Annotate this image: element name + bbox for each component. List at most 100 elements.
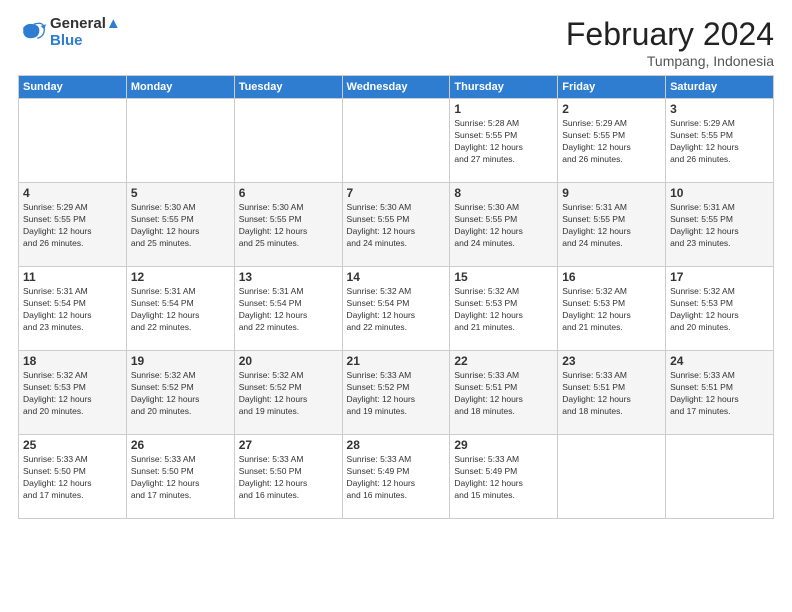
week-row-4: 18 Sunrise: 5:32 AM Sunset: 5:53 PM Dayli… — [19, 351, 774, 435]
day-info: Sunrise: 5:33 AM Sunset: 5:50 PM Dayligh… — [239, 454, 338, 502]
calendar-cell: 2 Sunrise: 5:29 AM Sunset: 5:55 PM Daylig… — [558, 99, 666, 183]
day-info: Sunrise: 5:30 AM Sunset: 5:55 PM Dayligh… — [131, 202, 230, 250]
title-block: February 2024 Tumpang, Indonesia — [566, 16, 774, 69]
logo: General▲ Blue — [18, 16, 121, 49]
day-info: Sunrise: 5:30 AM Sunset: 5:55 PM Dayligh… — [239, 202, 338, 250]
week-row-2: 4Sunrise: 5:29 AM Sunset: 5:55 PM Daylig… — [19, 183, 774, 267]
calendar-cell: 19Sunrise: 5:32 AM Sunset: 5:52 PM Dayli… — [126, 351, 234, 435]
day-number: 10 — [670, 186, 769, 200]
day-info: Sunrise: 5:31 AM Sunset: 5:55 PM Dayligh… — [670, 202, 769, 250]
day-info: Sunrise: 5:29 AM Sunset: 5:55 PM Dayligh… — [562, 118, 661, 166]
calendar-cell: 23 Sunrise: 5:33 AM Sunset: 5:51 PM Dayli… — [558, 351, 666, 435]
calendar-cell: 29Sunrise: 5:33 AM Sunset: 5:49 PM Dayli… — [450, 435, 558, 519]
col-saturday: Saturday — [666, 76, 774, 99]
day-info: Sunrise: 5:30 AM Sunset: 5:55 PM Dayligh… — [454, 202, 553, 250]
day-number: 2 — [562, 102, 661, 116]
calendar-cell — [666, 435, 774, 519]
day-number: 20 — [239, 354, 338, 368]
day-info: Sunrise: 5:31 AM Sunset: 5:54 PM Dayligh… — [239, 286, 338, 334]
day-info: Sunrise: 5:33 AM Sunset: 5:50 PM Dayligh… — [23, 454, 122, 502]
day-info: Sunrise: 5:33 AM Sunset: 5:50 PM Dayligh… — [131, 454, 230, 502]
day-info: Sunrise: 5:28 AM Sunset: 5:55 PM Dayligh… — [454, 118, 553, 166]
day-number: 18 — [23, 354, 122, 368]
day-info: Sunrise: 5:32 AM Sunset: 5:53 PM Dayligh… — [562, 286, 661, 334]
day-number: 28 — [347, 438, 446, 452]
day-number: 21 — [347, 354, 446, 368]
col-wednesday: Wednesday — [342, 76, 450, 99]
calendar-cell: 22Sunrise: 5:33 AM Sunset: 5:51 PM Dayli… — [450, 351, 558, 435]
page: General▲ Blue February 2024 Tumpang, Ind… — [0, 0, 792, 529]
calendar-cell: 13 Sunrise: 5:31 AM Sunset: 5:54 PM Dayli… — [234, 267, 342, 351]
calendar-cell: 10 Sunrise: 5:31 AM Sunset: 5:55 PM Dayli… — [666, 183, 774, 267]
day-number: 6 — [239, 186, 338, 200]
day-info: Sunrise: 5:32 AM Sunset: 5:54 PM Dayligh… — [347, 286, 446, 334]
day-number: 12 — [131, 270, 230, 284]
day-number: 5 — [131, 186, 230, 200]
title-location: Tumpang, Indonesia — [566, 53, 774, 69]
week-row-3: 11Sunrise: 5:31 AM Sunset: 5:54 PM Dayli… — [19, 267, 774, 351]
day-info: Sunrise: 5:30 AM Sunset: 5:55 PM Dayligh… — [347, 202, 446, 250]
calendar-cell: 21 Sunrise: 5:33 AM Sunset: 5:52 PM Dayli… — [342, 351, 450, 435]
day-info: Sunrise: 5:33 AM Sunset: 5:51 PM Dayligh… — [670, 370, 769, 418]
day-info: Sunrise: 5:29 AM Sunset: 5:55 PM Dayligh… — [670, 118, 769, 166]
day-number: 14 — [347, 270, 446, 284]
col-tuesday: Tuesday — [234, 76, 342, 99]
day-info: Sunrise: 5:31 AM Sunset: 5:55 PM Dayligh… — [562, 202, 661, 250]
day-number: 8 — [454, 186, 553, 200]
calendar-cell: 12 Sunrise: 5:31 AM Sunset: 5:54 PM Dayli… — [126, 267, 234, 351]
calendar-cell: 27 Sunrise: 5:33 AM Sunset: 5:50 PM Dayli… — [234, 435, 342, 519]
day-number: 9 — [562, 186, 661, 200]
calendar-cell: 24 Sunrise: 5:33 AM Sunset: 5:51 PM Dayli… — [666, 351, 774, 435]
day-number: 24 — [670, 354, 769, 368]
calendar-cell: 9 Sunrise: 5:31 AM Sunset: 5:55 PM Daylig… — [558, 183, 666, 267]
day-info: Sunrise: 5:33 AM Sunset: 5:49 PM Dayligh… — [347, 454, 446, 502]
calendar-cell — [126, 99, 234, 183]
header: General▲ Blue February 2024 Tumpang, Ind… — [18, 16, 774, 69]
day-number: 17 — [670, 270, 769, 284]
calendar-cell: 1 Sunrise: 5:28 AM Sunset: 5:55 PM Daylig… — [450, 99, 558, 183]
day-number: 3 — [670, 102, 769, 116]
day-number: 16 — [562, 270, 661, 284]
calendar-cell — [234, 99, 342, 183]
calendar-cell: 11Sunrise: 5:31 AM Sunset: 5:54 PM Dayli… — [19, 267, 127, 351]
day-info: Sunrise: 5:33 AM Sunset: 5:51 PM Dayligh… — [562, 370, 661, 418]
header-row: Sunday Monday Tuesday Wednesday Thursday… — [19, 76, 774, 99]
calendar-cell: 17 Sunrise: 5:32 AM Sunset: 5:53 PM Dayli… — [666, 267, 774, 351]
col-sunday: Sunday — [19, 76, 127, 99]
week-row-5: 25 Sunrise: 5:33 AM Sunset: 5:50 PM Dayli… — [19, 435, 774, 519]
day-info: Sunrise: 5:32 AM Sunset: 5:53 PM Dayligh… — [23, 370, 122, 418]
day-number: 25 — [23, 438, 122, 452]
day-info: Sunrise: 5:32 AM Sunset: 5:52 PM Dayligh… — [239, 370, 338, 418]
calendar-cell: 26 Sunrise: 5:33 AM Sunset: 5:50 PM Dayli… — [126, 435, 234, 519]
calendar-cell — [342, 99, 450, 183]
calendar-cell: 20 Sunrise: 5:32 AM Sunset: 5:52 PM Dayli… — [234, 351, 342, 435]
week-row-1: 1 Sunrise: 5:28 AM Sunset: 5:55 PM Daylig… — [19, 99, 774, 183]
calendar-cell: 16 Sunrise: 5:32 AM Sunset: 5:53 PM Dayli… — [558, 267, 666, 351]
calendar-cell: 14 Sunrise: 5:32 AM Sunset: 5:54 PM Dayli… — [342, 267, 450, 351]
calendar-cell: 5 Sunrise: 5:30 AM Sunset: 5:55 PM Daylig… — [126, 183, 234, 267]
day-info: Sunrise: 5:32 AM Sunset: 5:53 PM Dayligh… — [670, 286, 769, 334]
calendar-cell: 18 Sunrise: 5:32 AM Sunset: 5:53 PM Dayli… — [19, 351, 127, 435]
day-info: Sunrise: 5:33 AM Sunset: 5:52 PM Dayligh… — [347, 370, 446, 418]
day-number: 1 — [454, 102, 553, 116]
day-number: 29 — [454, 438, 553, 452]
day-number: 4 — [23, 186, 122, 200]
day-number: 27 — [239, 438, 338, 452]
calendar-cell — [558, 435, 666, 519]
day-number: 23 — [562, 354, 661, 368]
day-info: Sunrise: 5:32 AM Sunset: 5:53 PM Dayligh… — [454, 286, 553, 334]
day-info: Sunrise: 5:33 AM Sunset: 5:51 PM Dayligh… — [454, 370, 553, 418]
calendar-cell: 7 Sunrise: 5:30 AM Sunset: 5:55 PM Daylig… — [342, 183, 450, 267]
calendar-cell: 3 Sunrise: 5:29 AM Sunset: 5:55 PM Daylig… — [666, 99, 774, 183]
title-month: February 2024 — [566, 16, 774, 53]
day-info: Sunrise: 5:31 AM Sunset: 5:54 PM Dayligh… — [23, 286, 122, 334]
logo-icon — [18, 19, 46, 47]
day-info: Sunrise: 5:31 AM Sunset: 5:54 PM Dayligh… — [131, 286, 230, 334]
col-friday: Friday — [558, 76, 666, 99]
col-thursday: Thursday — [450, 76, 558, 99]
day-number: 19 — [131, 354, 230, 368]
day-number: 13 — [239, 270, 338, 284]
day-number: 7 — [347, 186, 446, 200]
calendar-cell: 15Sunrise: 5:32 AM Sunset: 5:53 PM Dayli… — [450, 267, 558, 351]
day-number: 26 — [131, 438, 230, 452]
